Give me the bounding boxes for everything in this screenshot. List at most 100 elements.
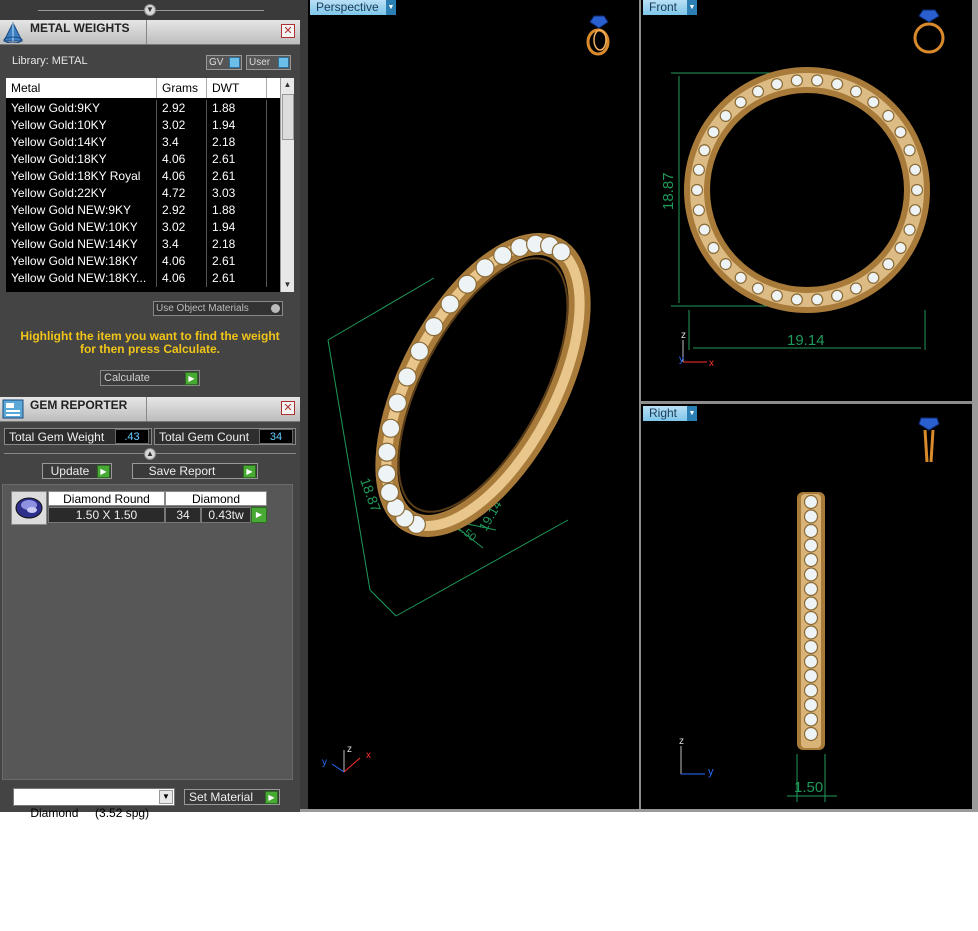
diamond-stone [698,144,711,157]
save-report-label: Save Report [148,464,216,478]
gem-thumbnail[interactable] [11,491,47,525]
gem-count: 34 [165,507,201,523]
use-object-materials-label: Use Object Materials [156,303,249,314]
cell-metal: Yellow Gold:9KY [6,100,157,117]
cell-metal: Yellow Gold:18KY Royal [6,168,157,185]
scroll-down-icon[interactable]: ▼ [281,278,294,292]
cell-grams: 3.02 [157,219,207,236]
right-model: 1.50 z y [679,492,837,802]
calculate-button[interactable]: Calculate ▶ [100,370,200,386]
collapse-arrow-icon[interactable]: ▼ [144,4,156,16]
total-gem-count-label: Total Gem Count [159,430,250,444]
right-viewport[interactable]: Right ▼ 1.50 z y [641,404,972,809]
diamond-stone [803,494,819,510]
cell-grams: 4.06 [157,168,207,185]
gem-thumbnail-icon [15,497,43,519]
scroll-up-icon[interactable]: ▲ [281,78,294,92]
cell-dwt: 3.03 [207,185,267,202]
scroll-thumb[interactable] [282,94,294,140]
table-row[interactable]: Yellow Gold:18KY Royal 4.06 2.61 [6,168,272,185]
dropdown-arrow-icon[interactable]: ▼ [159,790,173,804]
cell-metal: Yellow Gold NEW:9KY [6,202,157,219]
column-header-dwt[interactable]: DWT [207,78,267,98]
diamond-stone [894,125,907,139]
diamond-stone [707,125,720,139]
cell-grams: 4.06 [157,253,207,270]
save-report-button[interactable]: Save Report ▶ [132,463,258,479]
diamond-stone [803,625,819,640]
perspective-axis [331,750,361,773]
set-material-button[interactable]: Set Material ▶ [184,789,280,805]
metal-weights-title: METAL WEIGHTS [30,21,130,35]
library-label: Library: METAL [12,55,88,67]
side-panel: ▼ METAL WEIGHTS ✕ Library: METAL GV User… [0,0,300,820]
metal-weights-header: METAL WEIGHTS ✕ [0,20,300,45]
diamond-stone [457,274,477,294]
user-toggle[interactable]: User [246,55,291,70]
diamond-stone [770,289,783,302]
diamond-stone [803,552,819,568]
diamond-stone [424,317,444,337]
cell-dwt: 1.94 [207,117,267,134]
table-scrollbar[interactable]: ▲ ▼ [280,78,294,292]
axis-x-label: x [709,358,714,369]
table-row[interactable]: Yellow Gold NEW:18KY 4.06 2.61 [6,253,272,270]
column-header-metal[interactable]: Metal [6,78,157,98]
diamond-stone [719,258,732,271]
table-row[interactable]: Yellow Gold:22KY 4.72 3.03 [6,185,272,202]
gem-reporter-header: GEM REPORTER ✕ [0,397,300,422]
table-row[interactable]: Yellow Gold:18KY 4.06 2.61 [6,151,272,168]
diamond-stone [551,242,571,262]
front-viewport[interactable]: Front ▼ 18.87 19.14 z y x [641,0,972,401]
diamond-stone [751,85,765,98]
gem-weight: 0.43tw [201,507,251,523]
diamond-stone [803,610,819,626]
close-icon[interactable]: ✕ [281,24,295,38]
close-icon[interactable]: ✕ [281,401,295,415]
right-edge-splitter [972,0,978,810]
top-splitter[interactable]: ▼ [0,0,300,20]
cell-grams: 3.4 [157,236,207,253]
diamond-stone [751,282,765,295]
diamond-stone [377,442,397,462]
diamond-stone [803,712,819,727]
table-row[interactable]: Yellow Gold NEW:9KY 2.92 1.88 [6,202,272,219]
diamond-stone [909,163,922,176]
update-button[interactable]: Update ▶ [42,463,112,479]
diamond-stone [903,223,916,236]
table-row[interactable]: Yellow Gold NEW:18KY... 4.06 2.61 [6,270,272,287]
total-gem-count-field: Total Gem Count 34 [154,428,296,445]
diamond-stone [803,639,819,655]
metal-table: Metal Grams DWT Yellow Gold:9KY 2.92 1.88 Y… [6,78,294,292]
gv-toggle[interactable]: GV [206,55,242,70]
gem-reporter-title: GEM REPORTER [30,398,128,412]
gem-size: 1.50 X 1.50 [48,507,165,523]
diamond-stone [475,258,495,278]
collapse-arrow-icon[interactable]: ▲ [144,448,156,460]
diamond-stone [790,74,803,87]
table-row[interactable]: Yellow Gold NEW:10KY 3.02 1.94 [6,219,272,236]
diamond-stone [377,464,397,484]
diamond-stone [381,418,401,438]
diamond-stone [831,289,844,302]
go-arrow-icon: ▶ [265,791,278,804]
table-row[interactable]: Yellow Gold NEW:14KY 3.4 2.18 [6,236,272,253]
table-row[interactable]: Yellow Gold:14KY 3.4 2.18 [6,134,272,151]
column-header-grams[interactable]: Grams [157,78,207,98]
diamond-stone [849,85,863,98]
diamond-stone [803,697,819,713]
go-arrow-icon[interactable]: ▶ [251,507,267,523]
front-dim-width: 19.14 [787,332,825,349]
cell-dwt: 2.61 [207,168,267,185]
cell-dwt: 2.18 [207,236,267,253]
diamond-stone [910,183,924,197]
perspective-viewport[interactable]: Perspective ▼ 18.87 19.14 1.50 z y x [308,0,639,809]
table-row[interactable]: Yellow Gold:9KY 2.92 1.88 [6,100,272,117]
table-row[interactable]: Yellow Gold:10KY 3.02 1.94 [6,117,272,134]
material-select[interactable]: Diamond (3.52 spg) ▼ [13,788,175,820]
use-object-materials-checkbox[interactable]: Use Object Materials [153,301,283,316]
panel-splitter[interactable] [300,0,308,810]
axis-y-label: y [322,757,327,768]
header-divider [146,20,147,44]
diamond-stone [387,393,408,413]
